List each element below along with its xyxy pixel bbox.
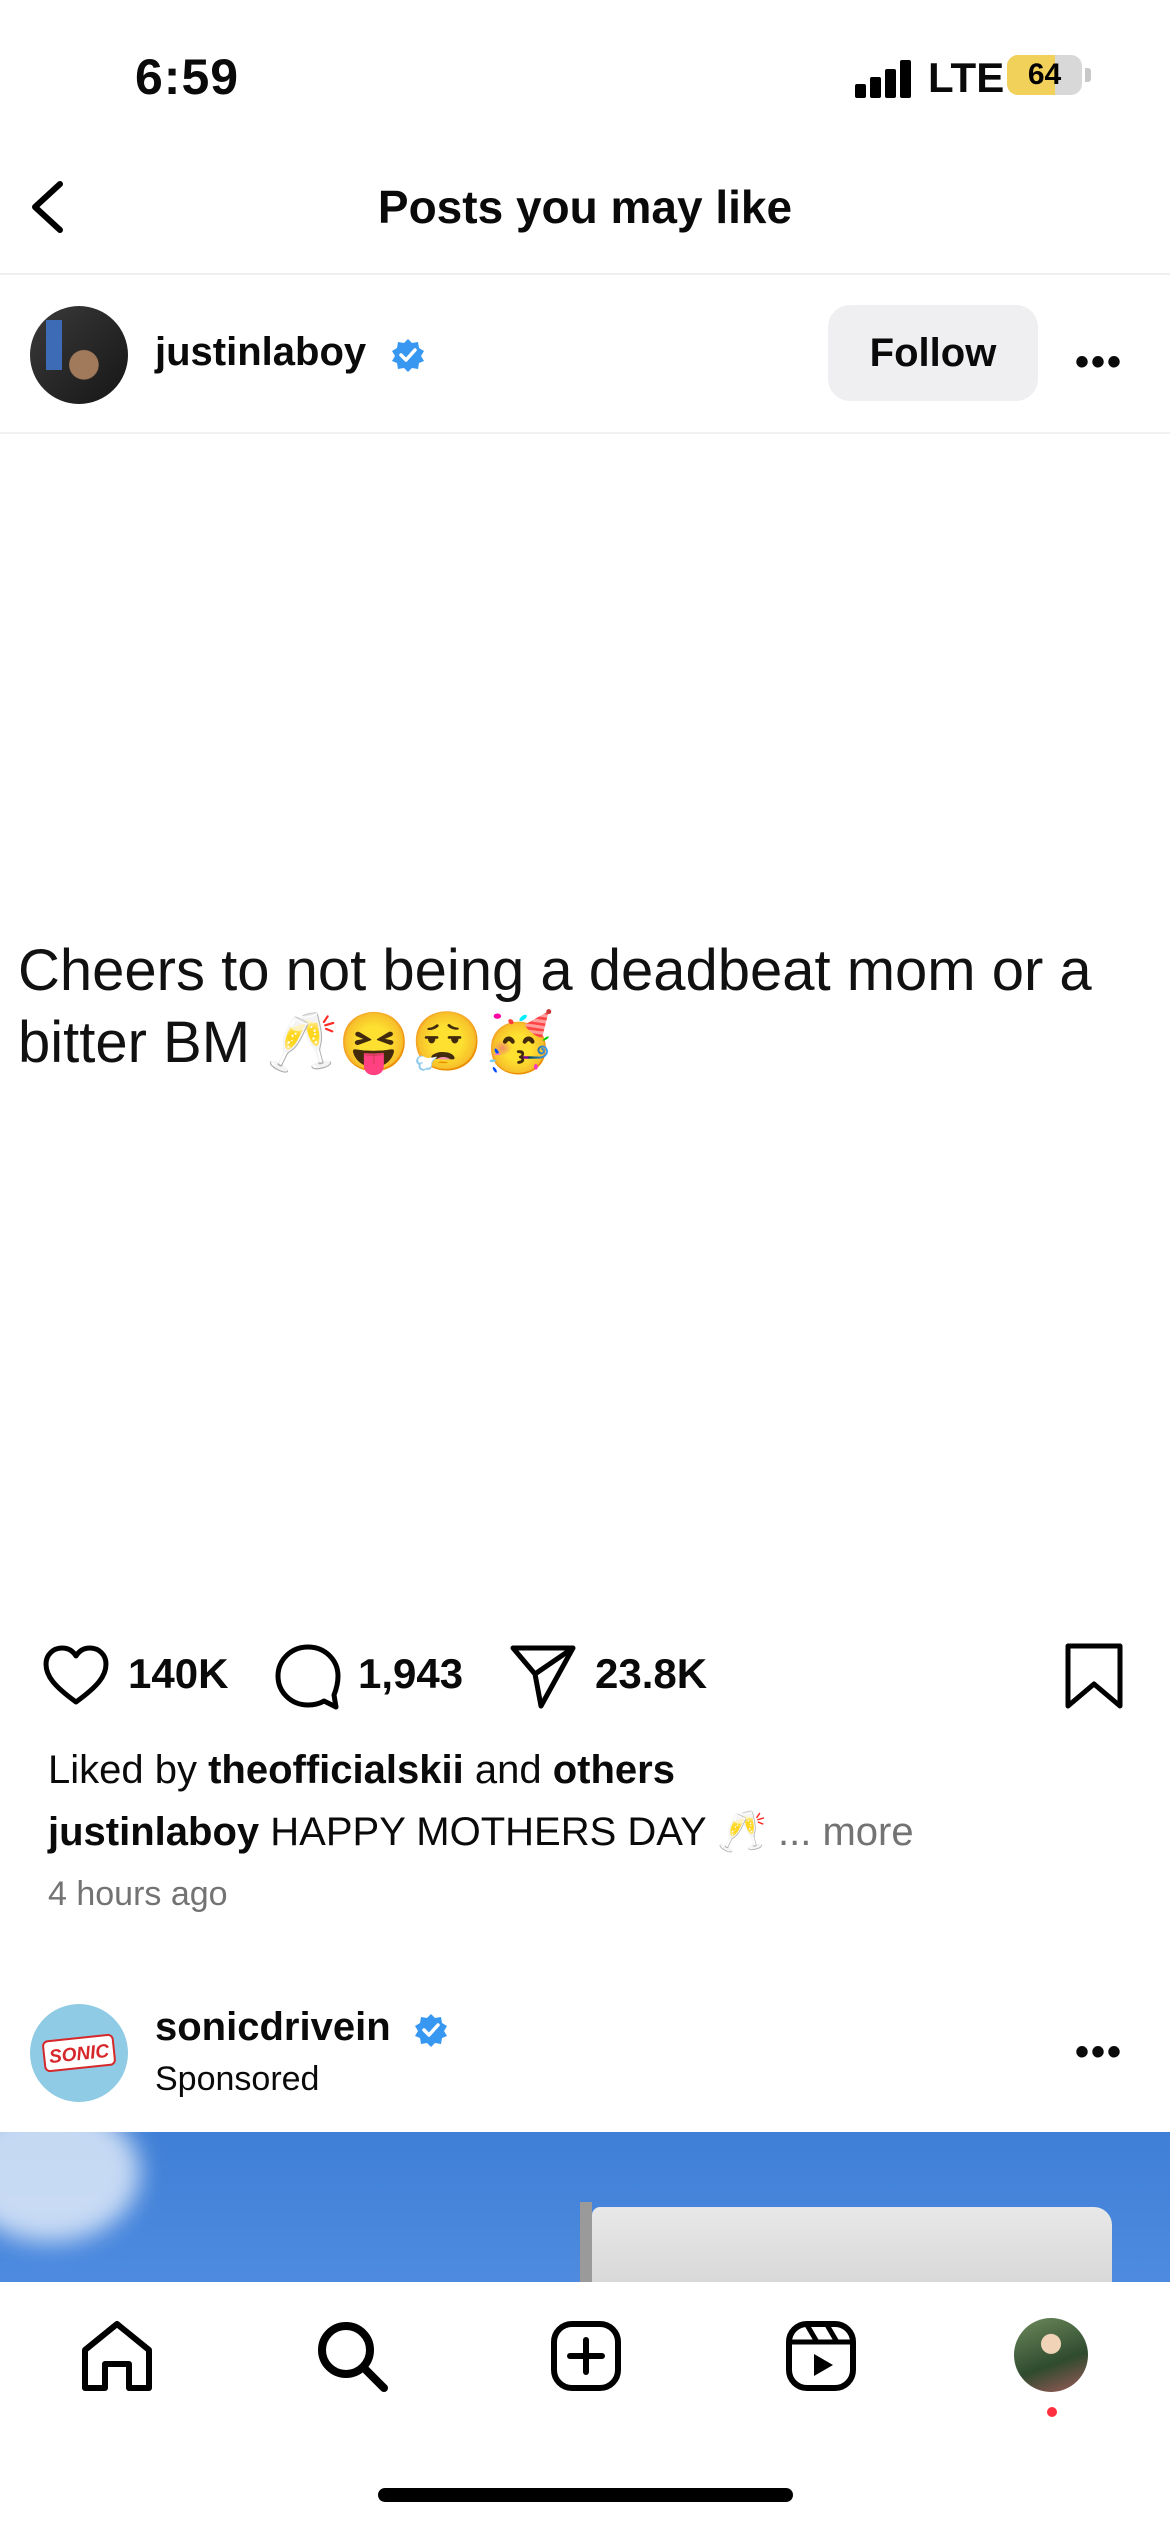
network-type: LTE	[928, 54, 1005, 101]
comment-count[interactable]: 1,943	[358, 1650, 463, 1698]
signal-icon	[855, 58, 915, 98]
status-time: 6:59	[135, 49, 240, 105]
heart-icon[interactable]	[40, 1640, 112, 1712]
liked-by-text: Liked by theofficialskii and others	[48, 1748, 675, 1793]
more-icon[interactable]: •••	[1075, 2030, 1123, 2075]
battery-level: 64	[1027, 58, 1062, 91]
reels-icon[interactable]	[781, 2316, 861, 2396]
sponsored-label: Sponsored	[155, 2060, 320, 2098]
battery-cap	[1085, 68, 1091, 82]
profile-avatar[interactable]	[1014, 2318, 1088, 2392]
post-caption: justinlaboy HAPPY MOTHERS DAY 🥂 ... more	[48, 1808, 914, 1855]
like-count[interactable]: 140K	[128, 1650, 228, 1698]
share-icon[interactable]	[507, 1640, 579, 1712]
bookmark-icon[interactable]	[1058, 1640, 1130, 1712]
liked-by-others[interactable]: others	[553, 1748, 675, 1792]
post-image-text: Cheers to not being a deadbeat mom or a …	[18, 938, 1092, 1075]
post-timestamp: 4 hours ago	[48, 1875, 228, 1913]
page-title: Posts you may like	[377, 181, 793, 233]
liked-by-prefix: Liked by	[48, 1748, 197, 1792]
follow-button[interactable]: Follow	[828, 305, 1038, 401]
add-post-icon[interactable]	[546, 2316, 626, 2396]
caption-username[interactable]: justinlaboy	[48, 1810, 259, 1854]
search-icon[interactable]	[312, 2316, 392, 2396]
comment-icon[interactable]	[272, 1641, 344, 1713]
caption-text: HAPPY MOTHERS DAY 🥂	[270, 1810, 767, 1854]
verified-badge-icon	[392, 339, 424, 372]
notification-dot	[1047, 2407, 1057, 2417]
home-icon[interactable]	[77, 2316, 157, 2396]
more-icon[interactable]: •••	[1075, 340, 1123, 385]
caption-more-link[interactable]: ... more	[778, 1810, 914, 1854]
ad-image[interactable]	[0, 2132, 1170, 2282]
liked-by-user[interactable]: theofficialskii	[208, 1748, 464, 1792]
liked-by-and: and	[474, 1748, 542, 1792]
sonic-logo: SONIC	[41, 2033, 117, 2073]
avatar[interactable]	[30, 306, 128, 404]
sponsor-avatar[interactable]: SONIC	[30, 2004, 128, 2102]
verified-badge-icon	[415, 2014, 447, 2047]
sponsor-username[interactable]: sonicdrivein	[155, 2005, 391, 2050]
share-count[interactable]: 23.8K	[595, 1650, 707, 1698]
post-username[interactable]: justinlaboy	[155, 330, 366, 375]
home-indicator	[378, 2488, 793, 2502]
battery-icon: 64	[1007, 55, 1082, 95]
